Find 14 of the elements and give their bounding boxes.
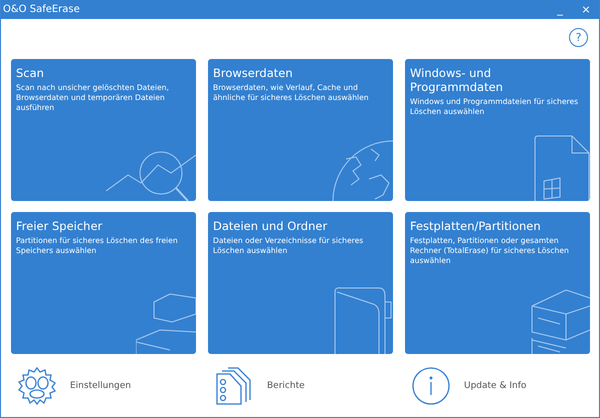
info-icon bbox=[411, 366, 451, 406]
folder-icon bbox=[333, 286, 393, 354]
gear-icon bbox=[17, 366, 57, 406]
disk-stack-icon bbox=[530, 288, 590, 354]
minimize-button[interactable]: _ bbox=[547, 0, 573, 19]
footer-link[interactable]: Berichte bbox=[214, 366, 305, 406]
globe-icon bbox=[331, 139, 393, 201]
hexagon-blocks-icon bbox=[136, 292, 196, 354]
footer-link[interactable]: Einstellungen bbox=[17, 366, 132, 406]
footer-link[interactable]: Update & Info bbox=[411, 366, 526, 406]
window-title: O&O SafeErase bbox=[3, 4, 80, 15]
close-button[interactable]: × bbox=[573, 0, 599, 19]
help-button[interactable]: ? bbox=[569, 28, 588, 47]
document-windows-icon bbox=[534, 135, 590, 201]
